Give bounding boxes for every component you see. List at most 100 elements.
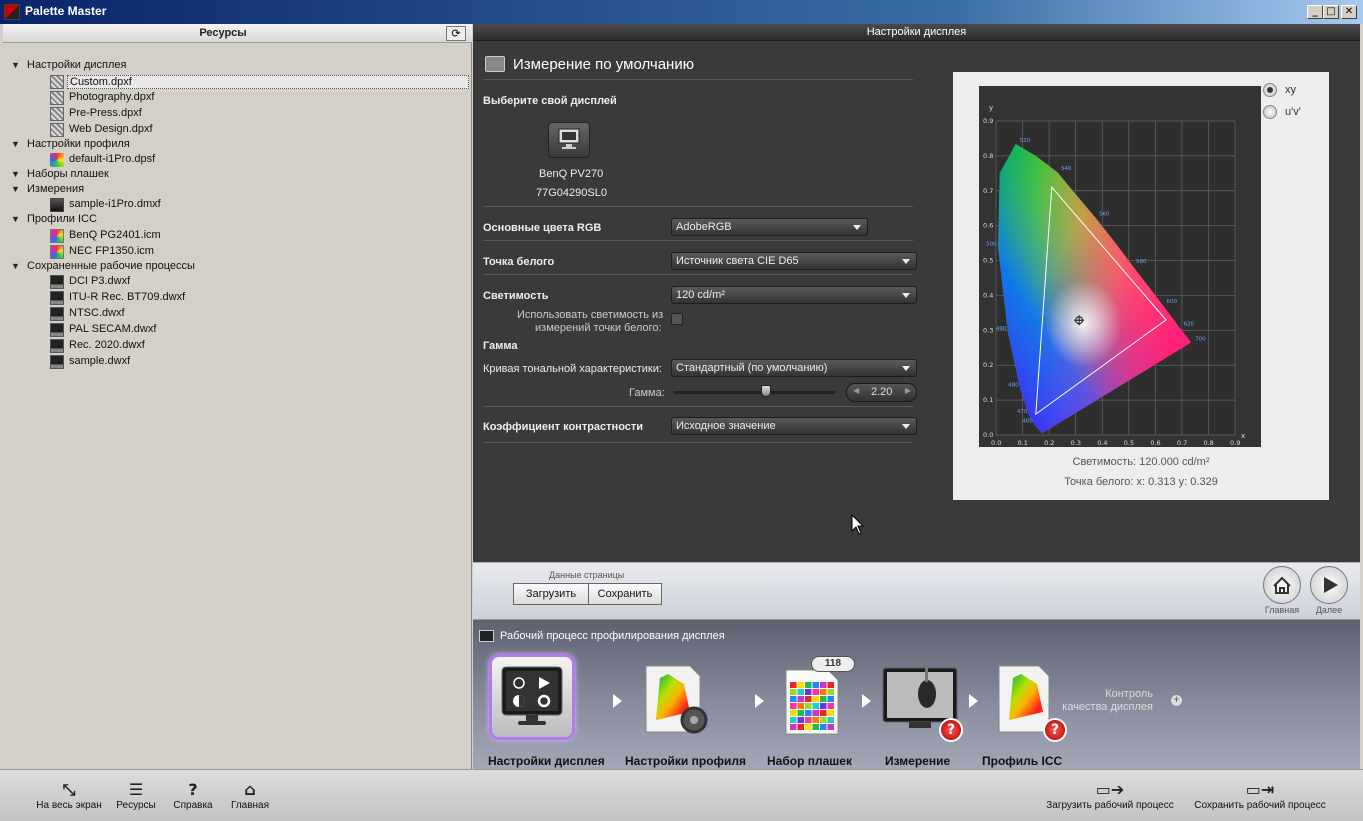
color-patch bbox=[797, 696, 804, 702]
divider bbox=[483, 406, 913, 407]
home-toolbar-button[interactable]: ⌂ Главная bbox=[228, 780, 272, 811]
list-icon: ☰ bbox=[128, 780, 144, 799]
home-button[interactable] bbox=[1263, 566, 1301, 604]
tone-curve-dropdown[interactable]: Стандартный (по умолчанию) bbox=[671, 359, 917, 377]
resources-button[interactable]: ☰ Ресурсы bbox=[114, 780, 158, 811]
file-icon bbox=[50, 90, 64, 105]
x-tick-label: 0.7 bbox=[1177, 439, 1187, 447]
question-icon: ? bbox=[939, 718, 963, 742]
y-tick-label: 0.6 bbox=[983, 222, 993, 230]
contrast-ratio-dropdown[interactable]: Исходное значение bbox=[671, 417, 917, 435]
luminance-dropdown[interactable]: 120 cd/m² bbox=[671, 286, 917, 304]
tree-group[interactable]: Измерения bbox=[27, 183, 84, 195]
next-button[interactable] bbox=[1310, 566, 1348, 604]
gamma-label: Гамма: bbox=[629, 387, 665, 399]
xy-radio[interactable] bbox=[1263, 83, 1277, 97]
wavelength-label: 520 bbox=[1020, 138, 1031, 144]
tree-item[interactable]: sample-i1Pro.dmxf bbox=[69, 198, 161, 210]
tree-item[interactable]: DCI P3.dwxf bbox=[69, 275, 130, 287]
load-button[interactable]: Загрузить bbox=[513, 583, 589, 605]
tree-group[interactable]: Наборы плашек bbox=[27, 168, 109, 180]
color-patch bbox=[790, 682, 797, 688]
file-icon bbox=[50, 275, 64, 289]
workflow-step-profile-settings[interactable] bbox=[638, 660, 724, 746]
expand-toggle-icon[interactable]: ▼ bbox=[11, 261, 20, 271]
tree-group[interactable]: Сохраненные рабочие процессы bbox=[27, 260, 195, 272]
fullscreen-label: На весь экран bbox=[36, 800, 102, 811]
gamma-slider-handle[interactable] bbox=[761, 385, 771, 397]
tree-item[interactable]: NEC FP1350.icm bbox=[69, 245, 154, 257]
use-measured-luminance-label-2: измерений точки белого: bbox=[535, 322, 662, 334]
workflow-panel: Рабочий процесс профилирования дисплея Н… bbox=[473, 619, 1360, 769]
expand-toggle-icon[interactable]: ▼ bbox=[11, 214, 20, 224]
color-patch bbox=[805, 710, 812, 716]
save-workflow-button[interactable]: ▭⇥ Сохранить рабочий процесс bbox=[1190, 780, 1330, 811]
chromaticity-diagram: 0.0 0.0 0.1 0.1 0.2 0.2 0.3 0.3 0.4 0.4 0.5 0.5 0.6 0… bbox=[979, 86, 1261, 447]
color-patch bbox=[827, 689, 834, 695]
decrement-icon[interactable]: ◀ bbox=[853, 386, 859, 395]
gamma-slider-track[interactable] bbox=[673, 391, 835, 394]
use-measured-luminance-checkbox[interactable] bbox=[671, 313, 683, 325]
expand-toggle-icon[interactable]: ▼ bbox=[11, 139, 20, 149]
minimize-button[interactable]: _ bbox=[1307, 5, 1323, 19]
load-workflow-icon: ▭➔ bbox=[1095, 780, 1125, 799]
save-button[interactable]: Сохранить bbox=[588, 583, 662, 605]
expand-toggle-icon[interactable]: ▼ bbox=[11, 184, 20, 194]
wavelength-label: 580 bbox=[1136, 259, 1147, 265]
x-tick-label: 0.6 bbox=[1150, 439, 1160, 447]
arrow-right-icon bbox=[862, 694, 871, 708]
tree-item[interactable]: NTSC.dwxf bbox=[69, 307, 125, 319]
display-select-button[interactable] bbox=[548, 122, 590, 158]
tree-item[interactable]: PAL SECAM.dwxf bbox=[69, 323, 156, 335]
tree-group[interactable]: Профили ICC bbox=[27, 213, 97, 225]
wavelength-label: 560 bbox=[1099, 211, 1110, 217]
x-tick-label: 0.4 bbox=[1097, 439, 1107, 447]
refresh-button[interactable]: ⟳ bbox=[446, 26, 466, 41]
tree-item[interactable]: Web Design.dpxf bbox=[69, 123, 153, 135]
tree-group[interactable]: Настройки дисплея bbox=[27, 59, 127, 71]
color-patch bbox=[827, 724, 834, 730]
display-qc-label-1[interactable]: Контроль bbox=[1091, 688, 1153, 700]
display-qc-label-2[interactable]: качества дисплея bbox=[1061, 701, 1153, 713]
increment-icon[interactable]: ▶ bbox=[905, 386, 911, 395]
tree-item[interactable]: Pre-Press.dpxf bbox=[69, 107, 142, 119]
load-workflow-button[interactable]: ▭➔ Загрузить рабочий процесс bbox=[1040, 780, 1180, 811]
color-patch bbox=[805, 689, 812, 695]
color-patch bbox=[790, 717, 797, 723]
wavelength-label: 600 bbox=[1167, 299, 1178, 305]
expand-toggle-icon[interactable]: ▼ bbox=[11, 60, 20, 70]
y-axis-label: y bbox=[989, 104, 993, 112]
tree-item[interactable]: Custom.dpxf bbox=[67, 74, 469, 89]
profile-settings-icon bbox=[645, 665, 708, 734]
tree-item[interactable]: sample.dwxf bbox=[69, 355, 130, 367]
expand-toggle-icon[interactable]: ▼ bbox=[11, 169, 20, 179]
tree-item[interactable]: default-i1Pro.dpsf bbox=[69, 153, 155, 165]
tree-item[interactable]: BenQ PG2401.icm bbox=[69, 229, 161, 241]
file-icon bbox=[50, 122, 64, 137]
workflow-step-display-settings[interactable] bbox=[489, 654, 575, 740]
refresh-icon: ⟳ bbox=[451, 27, 461, 40]
file-icon bbox=[50, 106, 64, 121]
help-button[interactable]: ? Справка bbox=[170, 780, 216, 811]
x-tick-label: 0.8 bbox=[1203, 439, 1213, 447]
uv-radio[interactable] bbox=[1263, 105, 1277, 119]
fullscreen-button[interactable]: ⤡ На весь экран bbox=[34, 780, 104, 811]
plus-icon[interactable]: + bbox=[1171, 695, 1182, 706]
maximize-button[interactable]: □ bbox=[1323, 5, 1339, 19]
rgb-primaries-dropdown[interactable]: AdobeRGB bbox=[671, 218, 868, 236]
color-patch bbox=[790, 689, 797, 695]
tree-item[interactable]: Photography.dpxf bbox=[69, 91, 154, 103]
tree-group[interactable]: Настройки профиля bbox=[27, 138, 130, 150]
workflow-label-display-settings: Настройки дисплея bbox=[488, 754, 605, 768]
gamma-stepper[interactable]: ◀ 2.20 ▶ bbox=[846, 383, 917, 402]
close-button[interactable]: ✕ bbox=[1341, 5, 1357, 19]
tree-item[interactable]: ITU-R Rec. BT709.dwxf bbox=[69, 291, 185, 303]
divider bbox=[483, 240, 913, 241]
page-data-bar: Данные страницы Загрузить Сохранить Глав… bbox=[473, 562, 1360, 618]
workflow-step-patch-set[interactable] bbox=[778, 660, 864, 746]
play-icon bbox=[1324, 577, 1338, 593]
workflow-label-profile-settings: Настройки профиля bbox=[625, 754, 747, 768]
window-title: Palette Master bbox=[25, 4, 107, 18]
tree-item[interactable]: Rec. 2020.dwxf bbox=[69, 339, 145, 351]
white-point-dropdown[interactable]: Источник света CIE D65 bbox=[671, 252, 917, 270]
